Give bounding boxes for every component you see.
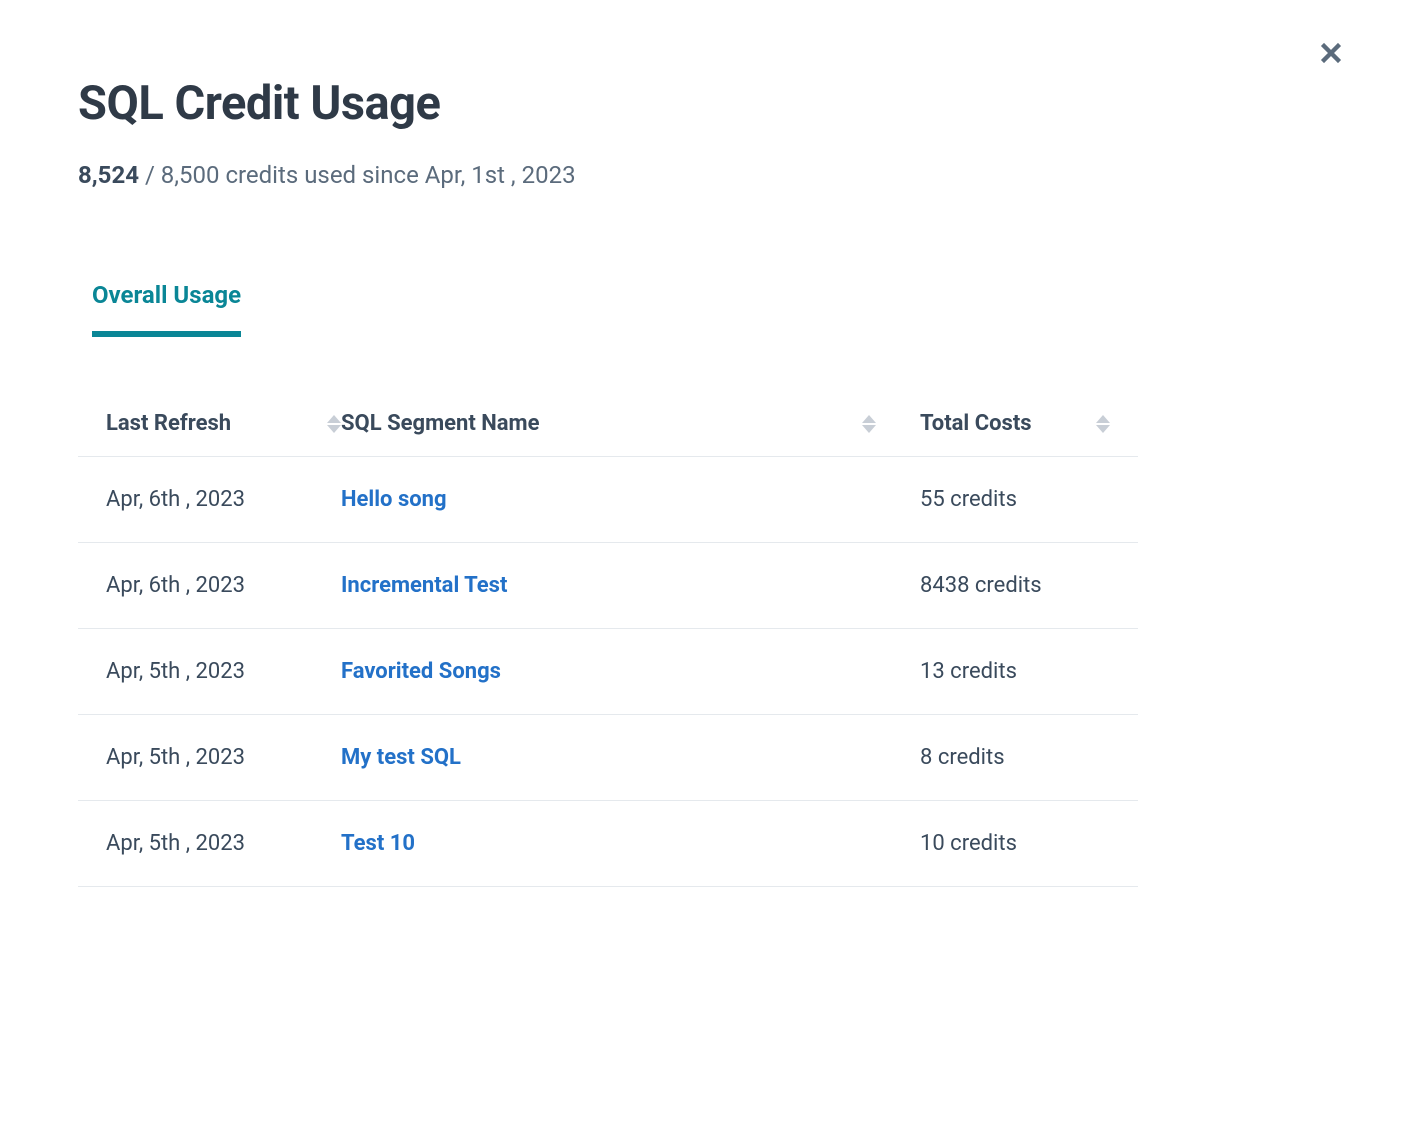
credits-total-value: 8,500 (161, 161, 220, 189)
cell-name: Hello song (341, 487, 920, 512)
sort-icon[interactable] (327, 415, 341, 433)
segment-link[interactable]: Hello song (341, 487, 447, 512)
table-row: Apr, 6th , 2023Incremental Test 8438 cred… (78, 543, 1138, 629)
cell-refresh: Apr, 5th , 2023 (106, 659, 341, 684)
segment-link[interactable]: Favorited Songs (341, 659, 501, 684)
segment-link[interactable]: Test 10 (341, 831, 415, 856)
subtitle-suffix: credits used since Apr, 1st , 2023 (219, 161, 575, 189)
sort-icon[interactable] (1096, 415, 1110, 433)
subtitle-separator: / (139, 161, 161, 189)
cell-cost: 55 credits (920, 487, 1110, 512)
segment-link[interactable]: My test SQL (341, 745, 461, 770)
cell-refresh: Apr, 5th , 2023 (106, 831, 341, 856)
column-header-cost-label: Total Costs (920, 411, 1032, 436)
table-row: Apr, 5th , 2023Favorited Songs 13 credits (78, 629, 1138, 715)
column-header-name-label: SQL Segment Name (341, 411, 540, 436)
cell-refresh: Apr, 6th , 2023 (106, 573, 341, 598)
cell-refresh: Apr, 6th , 2023 (106, 487, 341, 512)
table-row: Apr, 5th , 2023My test SQL 8 credits (78, 715, 1138, 801)
cell-cost: 8 credits (920, 745, 1110, 770)
column-header-cost[interactable]: Total Costs (920, 411, 1110, 436)
cell-name: Test 10 (341, 831, 920, 856)
cell-refresh: Apr, 5th , 2023 (106, 745, 341, 770)
column-header-refresh-label: Last Refresh (106, 411, 231, 436)
cell-cost: 8438 credits (920, 573, 1110, 598)
credits-used-value: 8,524 (78, 161, 139, 189)
cell-cost: 10 credits (920, 831, 1110, 856)
table-row: Apr, 6th , 2023Hello song 55 credits (78, 457, 1138, 543)
cell-name: My test SQL (341, 745, 920, 770)
column-header-name[interactable]: SQL Segment Name (341, 411, 920, 436)
page-title: SQL Credit Usage (78, 76, 1340, 131)
close-icon[interactable] (1316, 38, 1346, 72)
tabs-container: Overall Usage (78, 281, 1340, 337)
credits-subtitle: 8,524 / 8,500 credits used since Apr, 1s… (78, 161, 1340, 189)
cell-name: Incremental Test (341, 573, 920, 598)
usage-table: Last Refresh SQL Segment Name Total Cost… (78, 391, 1138, 887)
cell-name: Favorited Songs (341, 659, 920, 684)
table-header: Last Refresh SQL Segment Name Total Cost… (78, 391, 1138, 457)
sort-icon[interactable] (862, 415, 876, 433)
column-header-refresh[interactable]: Last Refresh (106, 411, 341, 436)
cell-cost: 13 credits (920, 659, 1110, 684)
tab-overall-usage[interactable]: Overall Usage (92, 281, 241, 337)
table-row: Apr, 5th , 2023Test 10 10 credits (78, 801, 1138, 887)
segment-link[interactable]: Incremental Test (341, 573, 507, 598)
